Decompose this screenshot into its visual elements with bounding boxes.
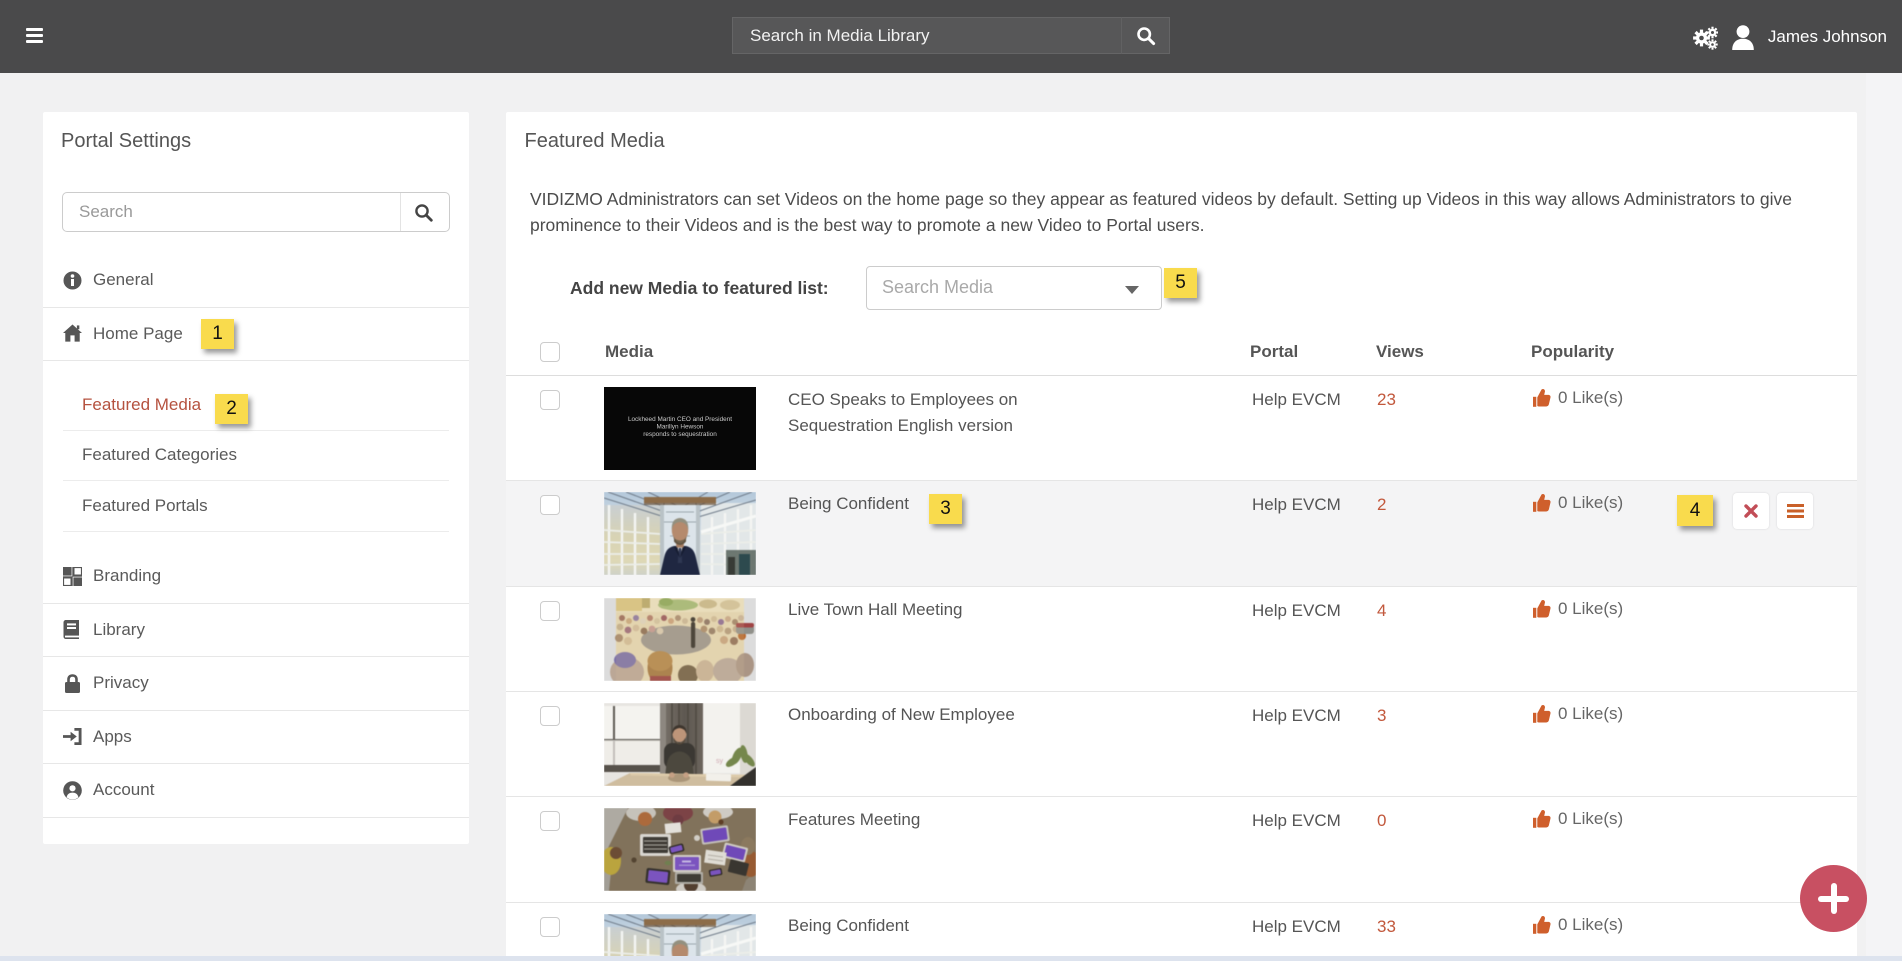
- svg-text:responds to sequestration: responds to sequestration: [643, 431, 717, 438]
- svg-text:sy: sy: [716, 758, 724, 765]
- svg-text:Marillyn Hewson: Marillyn Hewson: [657, 424, 704, 431]
- svg-text:Lockheed Martin CEO and Presid: Lockheed Martin CEO and President: [628, 416, 732, 423]
